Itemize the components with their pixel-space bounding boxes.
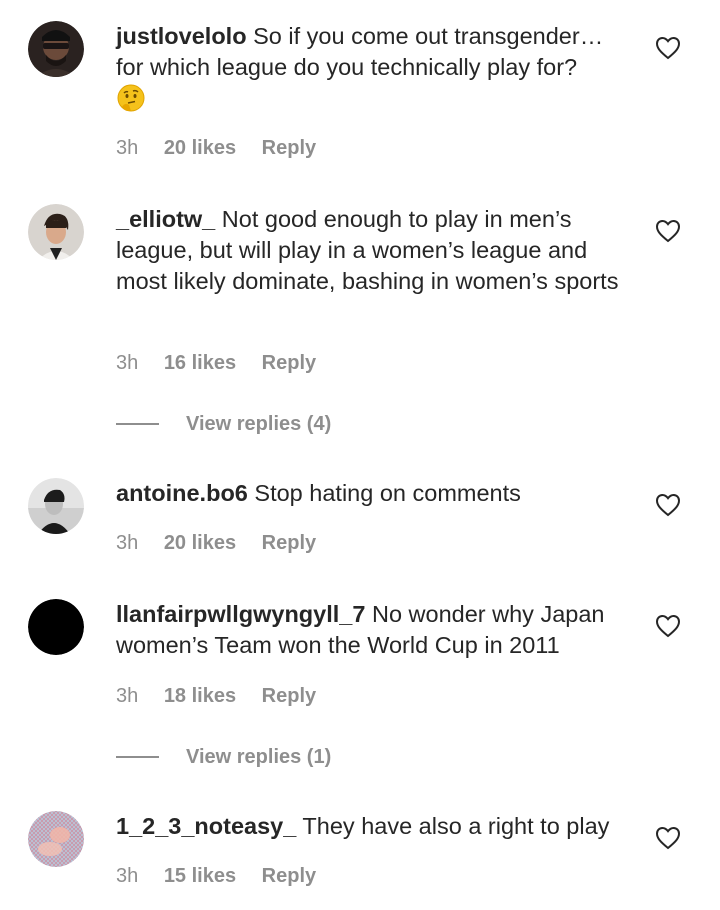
comment-body: _elliotw_ Not good enough to play in men… [116, 204, 626, 297]
likes-count[interactable]: 18 likes [164, 685, 236, 708]
avatar[interactable] [28, 478, 84, 534]
view-replies-button[interactable]: View replies (1) [116, 745, 331, 769]
comment-body: 1_2_3_noteasy_ They have also a right to… [116, 811, 626, 842]
username[interactable]: antoine.bo6 [116, 480, 248, 506]
divider-line [116, 423, 159, 425]
divider-line [116, 756, 159, 758]
comment-body: antoine.bo6 Stop hating on comments [116, 478, 626, 509]
username[interactable]: justlovelolo [116, 23, 247, 49]
comment-meta: 3h 15 likes Reply [116, 865, 316, 888]
comment-meta: 3h 20 likes Reply [116, 532, 316, 555]
thinking-face-icon [116, 83, 146, 113]
likes-count[interactable]: 20 likes [164, 137, 236, 160]
timestamp: 3h [116, 352, 139, 374]
likes-count[interactable]: 20 likes [164, 532, 236, 555]
comment-body: justlovelolo So if you come out transgen… [116, 21, 626, 115]
avatar[interactable] [28, 204, 84, 260]
avatar[interactable] [28, 21, 84, 77]
comment-meta: 3h 16 likes Reply [116, 352, 316, 375]
username[interactable]: 1_2_3_noteasy_ [116, 813, 296, 839]
comment-text: Stop hating on comments [254, 480, 521, 506]
timestamp: 3h [116, 865, 139, 887]
avatar[interactable] [28, 811, 84, 867]
avatar[interactable] [28, 599, 84, 655]
heart-outline-icon[interactable] [655, 219, 681, 243]
heart-outline-icon[interactable] [655, 493, 681, 517]
reply-button[interactable]: Reply [262, 685, 316, 708]
comment-meta: 3h 18 likes Reply [116, 685, 316, 708]
username[interactable]: _elliotw_ [116, 206, 215, 232]
timestamp: 3h [116, 685, 139, 707]
comment-body: llanfairpwllgwyngyll_7 No wonder why Jap… [116, 599, 626, 661]
reply-button[interactable]: Reply [262, 137, 316, 160]
timestamp: 3h [116, 532, 139, 554]
comment-meta: 3h 20 likes Reply [116, 137, 316, 160]
username[interactable]: llanfairpwllgwyngyll_7 [116, 601, 365, 627]
reply-button[interactable]: Reply [262, 865, 316, 888]
view-replies-button[interactable]: View replies (4) [116, 412, 331, 436]
timestamp: 3h [116, 137, 139, 159]
likes-count[interactable]: 15 likes [164, 865, 236, 888]
heart-outline-icon[interactable] [655, 36, 681, 60]
view-replies-label: View replies (1) [186, 745, 332, 768]
heart-outline-icon[interactable] [655, 826, 681, 850]
reply-button[interactable]: Reply [262, 532, 316, 555]
comment-text: They have also a right to play [302, 813, 610, 839]
likes-count[interactable]: 16 likes [164, 352, 236, 375]
reply-button[interactable]: Reply [262, 352, 316, 375]
view-replies-label: View replies (4) [186, 412, 332, 435]
heart-outline-icon[interactable] [655, 614, 681, 638]
